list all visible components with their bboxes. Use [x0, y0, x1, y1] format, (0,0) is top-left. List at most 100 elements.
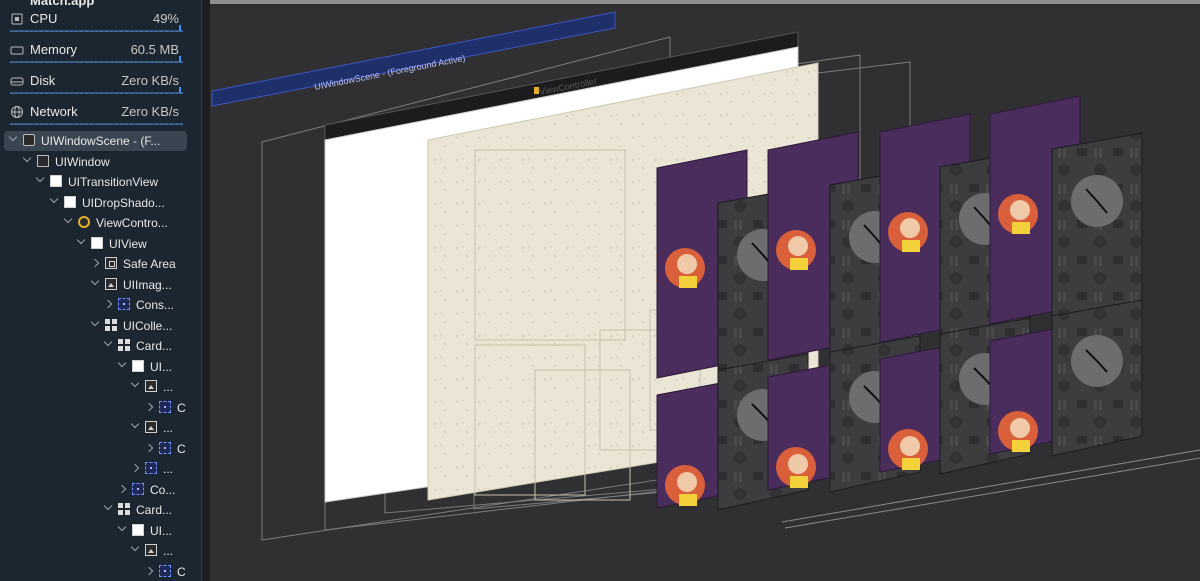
img-icon [145, 421, 157, 433]
tree-row[interactable]: Cons... [0, 295, 201, 315]
tree-row[interactable]: UIWindowScene - (F... [4, 131, 187, 151]
avatar-face [788, 236, 808, 256]
avatar-face [1010, 418, 1030, 438]
tree-row-label: ... [163, 544, 174, 558]
view-icon [64, 195, 76, 208]
avatar-shirt [1012, 222, 1030, 234]
tree-row[interactable]: C [0, 398, 201, 418]
chevron-down-icon[interactable] [63, 214, 73, 224]
gauge-value: Zero KB/s [121, 73, 179, 88]
vc-icon [78, 216, 90, 228]
grid-icon [118, 503, 130, 515]
cons-icon [159, 564, 171, 577]
tree-row[interactable]: UI... [0, 521, 201, 541]
exploded-view-hierarchy[interactable]: UIWindowScene - (Foreground Active) ViewC… [210, 0, 1200, 581]
chevron-down-icon[interactable] [103, 501, 113, 511]
gauge-graph-bar [179, 56, 181, 62]
cons-icon [159, 441, 171, 454]
memory-icon [10, 43, 24, 57]
chevron-down-icon[interactable] [8, 132, 18, 142]
avatar-face [788, 454, 808, 474]
tree-row-label: Cons... [136, 298, 175, 312]
chevron-down-icon[interactable] [76, 235, 86, 244]
tree-row[interactable]: UIView [0, 234, 201, 254]
tree-row[interactable]: Card... [0, 336, 201, 356]
view-debugger-canvas[interactable]: UIWindowScene - (Foreground Active) ViewC… [210, 0, 1200, 581]
tree-row-label: UIView [109, 236, 147, 251]
tree-row[interactable]: UIColle... [0, 316, 201, 336]
tree-row-label: ViewContro... [96, 216, 168, 230]
debug-navigator: Match.app CPU 49% Memory 60.5 MB Disk Zero KB… [0, 0, 201, 581]
tree-row[interactable]: ... [0, 459, 201, 479]
chevron-down-icon[interactable] [130, 378, 140, 388]
gauge-memory[interactable]: Memory 60.5 MB [0, 34, 201, 65]
chevron-right-icon[interactable] [144, 566, 154, 575]
chevron-right-icon[interactable] [90, 258, 100, 268]
tree-row[interactable]: Card... [0, 500, 201, 520]
tree-row[interactable]: C [0, 439, 201, 459]
chevron-down-icon[interactable] [117, 358, 127, 367]
tree-row[interactable]: Co... [0, 480, 201, 500]
tree-row-label: UIWindow [55, 154, 110, 169]
gauge-label: Network [30, 104, 78, 119]
gauge-disk[interactable]: Disk Zero KB/s [0, 65, 201, 96]
tree-row-label: C [177, 400, 186, 415]
tree-row[interactable]: ... [0, 377, 201, 397]
avatar-shirt [1012, 440, 1030, 452]
tree-row[interactable]: ... [0, 541, 201, 561]
gauge-value: 49% [152, 11, 179, 26]
tree-row[interactable]: UIDropShado... [0, 193, 201, 213]
chevron-down-icon[interactable] [49, 194, 59, 203]
cons-icon [159, 400, 171, 413]
network-icon [10, 105, 24, 119]
tree-row-label: UITransitionView [68, 175, 159, 189]
scene-icon [23, 134, 35, 146]
avatar-shirt [790, 476, 808, 488]
disk-icon [10, 74, 24, 88]
chevron-right-icon[interactable] [144, 443, 154, 452]
avatar-shirt [679, 276, 697, 288]
gauge-graph-baseline [10, 61, 183, 63]
tree-row-label: Card... [136, 503, 173, 517]
tree-row[interactable]: ViewContro... [0, 213, 201, 233]
chevron-down-icon[interactable] [130, 542, 140, 552]
tree-row[interactable]: UI... [0, 357, 201, 377]
grid-icon [118, 339, 130, 351]
chevron-down-icon[interactable] [22, 153, 32, 162]
avatar-shirt [679, 494, 697, 506]
gauge-cpu[interactable]: CPU 49% [0, 3, 201, 34]
tree-row-label: C [177, 564, 186, 579]
avatar-face [1010, 200, 1030, 220]
chevron-right-icon[interactable] [103, 299, 113, 309]
view-icon [50, 175, 62, 187]
gauge-value: 60.5 MB [130, 42, 179, 57]
chevron-right-icon[interactable] [117, 484, 127, 493]
tree-row-label: Card... [136, 339, 173, 353]
chevron-right-icon[interactable] [130, 463, 140, 473]
chevron-right-icon[interactable] [144, 402, 154, 411]
tree-row-label: UI... [150, 523, 173, 538]
grid-icon [105, 318, 117, 331]
tree-row-label: UI... [150, 359, 173, 374]
gauge-graph-bar [179, 25, 181, 31]
chevron-down-icon[interactable] [35, 173, 45, 183]
gauge-graph-baseline [10, 30, 183, 32]
view-icon [132, 523, 144, 536]
tree-row-label: UIDropShado... [82, 195, 165, 210]
tree-row[interactable]: UITransitionView [0, 172, 201, 192]
chevron-down-icon[interactable] [103, 337, 113, 347]
safe-icon [105, 257, 117, 269]
chevron-down-icon[interactable] [130, 419, 140, 429]
chevron-down-icon[interactable] [90, 317, 100, 326]
chevron-down-icon[interactable] [117, 522, 127, 531]
tree-row-label: UIImag... [123, 277, 172, 292]
avatar-face [677, 472, 697, 492]
tree-row[interactable]: Safe Area [0, 254, 201, 274]
tree-row[interactable]: C [0, 562, 201, 581]
tree-row[interactable]: ... [0, 418, 201, 438]
tree-row[interactable]: UIWindow [0, 152, 201, 172]
cpu-icon [10, 12, 24, 26]
chevron-down-icon[interactable] [90, 276, 100, 285]
gauge-network[interactable]: Network Zero KB/s [0, 96, 201, 127]
tree-row[interactable]: UIImag... [0, 275, 201, 295]
